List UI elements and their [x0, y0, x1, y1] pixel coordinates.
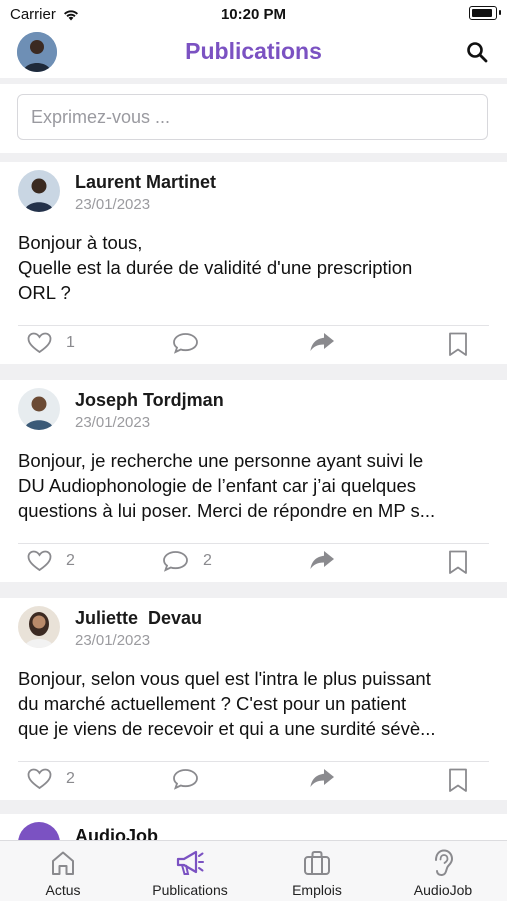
tab-emplois[interactable]: Emplois — [254, 849, 380, 898]
tab-bar: Actus Publications Emplois AudioJob — [0, 840, 507, 901]
like-count: 2 — [66, 552, 75, 569]
comment-button[interactable] — [172, 768, 213, 790]
heart-icon — [27, 332, 52, 354]
share-button[interactable] — [309, 550, 335, 570]
author-name[interactable]: Laurent Martinet — [75, 172, 216, 193]
share-icon — [310, 769, 334, 787]
bookmark-button[interactable] — [448, 768, 468, 793]
post-body-line: questions à lui poser. Merci de répondre… — [18, 500, 436, 521]
post-body-line: Bonjour, selon vous quel est l'intra le … — [18, 668, 431, 689]
search-icon — [467, 42, 488, 63]
bookmark-icon — [449, 332, 467, 356]
share-icon — [310, 551, 334, 569]
like-button[interactable]: 2 — [27, 768, 75, 790]
separator — [0, 153, 507, 162]
post-card[interactable]: Juliette Devau 23/01/2023 Bonjour, selon… — [0, 598, 507, 800]
like-button[interactable]: 2 — [27, 550, 75, 572]
post-actions: 2 2 — [0, 544, 507, 582]
tab-actus[interactable]: Actus — [0, 849, 126, 898]
like-button[interactable]: 1 — [27, 332, 75, 354]
share-button[interactable] — [309, 332, 335, 352]
comment-icon — [163, 551, 188, 572]
author-avatar[interactable] — [18, 170, 60, 212]
tab-label: AudioJob — [413, 882, 473, 898]
post-body-line: ORL ? — [18, 282, 71, 303]
separator — [0, 78, 507, 84]
post-date: 23/01/2023 — [75, 632, 151, 649]
clock: 10:20 PM — [220, 6, 287, 23]
comment-count: 2 — [203, 552, 212, 569]
post-date: 23/01/2023 — [75, 196, 151, 213]
comment-icon — [173, 769, 198, 790]
author-name[interactable]: Juliette Devau — [75, 608, 202, 629]
compose-box[interactable] — [17, 94, 488, 140]
tab-label: Actus — [45, 882, 81, 898]
bookmark-icon — [449, 550, 467, 574]
post-body[interactable]: Bonjour, selon vous quel est l'intra le … — [18, 666, 490, 741]
post-card[interactable]: Joseph Tordjman 23/01/2023 Bonjour, je r… — [0, 380, 507, 582]
like-count: 1 — [66, 334, 75, 351]
page-title: Publications — [185, 38, 322, 64]
post-actions: 1 — [0, 326, 507, 364]
comment-button[interactable] — [172, 332, 213, 354]
status-bar: Carrier 10:20 PM — [0, 0, 507, 30]
bookmark-icon — [449, 768, 467, 792]
separator — [0, 800, 507, 814]
post-body[interactable]: Bonjour à tous, Quelle est la durée de v… — [18, 230, 490, 305]
ear-icon — [435, 849, 454, 877]
author-avatar[interactable] — [18, 606, 60, 648]
tab-label: Emplois — [292, 882, 342, 898]
share-button[interactable] — [309, 768, 335, 788]
post-card[interactable]: Laurent Martinet 23/01/2023 Bonjour à to… — [0, 162, 507, 364]
post-body-line: DU Audiophonologie de l’enfant car j’ai … — [18, 475, 417, 496]
heart-icon — [27, 768, 52, 790]
search-button[interactable] — [463, 38, 491, 66]
separator — [0, 582, 507, 598]
bookmark-button[interactable] — [448, 332, 468, 357]
post-body[interactable]: Bonjour, je recherche une personne ayant… — [18, 448, 490, 523]
separator — [0, 364, 507, 380]
share-icon — [310, 333, 334, 351]
post-actions: 2 — [0, 762, 507, 800]
bookmark-button[interactable] — [448, 550, 468, 575]
home-icon — [52, 851, 74, 875]
post-body-line: Bonjour à tous, — [18, 232, 143, 253]
briefcase-icon — [304, 851, 330, 875]
tab-audiojob[interactable]: AudioJob — [380, 849, 506, 898]
post-body-line: Quelle est la durée de validité d'une pr… — [18, 257, 413, 278]
post-body-line: que je viens de recevoir et qui a une su… — [18, 718, 436, 739]
author-name[interactable]: Joseph Tordjman — [75, 390, 224, 411]
comment-icon — [173, 333, 198, 354]
post-body-line: Bonjour, je recherche une personne ayant… — [18, 450, 424, 471]
comment-button[interactable]: 2 — [162, 550, 212, 572]
tab-publications[interactable]: Publications — [127, 849, 253, 898]
author-avatar[interactable] — [18, 388, 60, 430]
compose-input[interactable] — [18, 95, 487, 139]
like-count: 2 — [66, 770, 75, 787]
battery-icon — [469, 6, 501, 20]
megaphone-icon — [176, 850, 204, 875]
heart-icon — [27, 550, 52, 572]
tab-label: Publications — [152, 882, 228, 898]
post-body-line: du marché actuellement ? C'est pour un p… — [18, 693, 407, 714]
post-date: 23/01/2023 — [75, 414, 151, 431]
top-header: Publications — [0, 28, 507, 78]
